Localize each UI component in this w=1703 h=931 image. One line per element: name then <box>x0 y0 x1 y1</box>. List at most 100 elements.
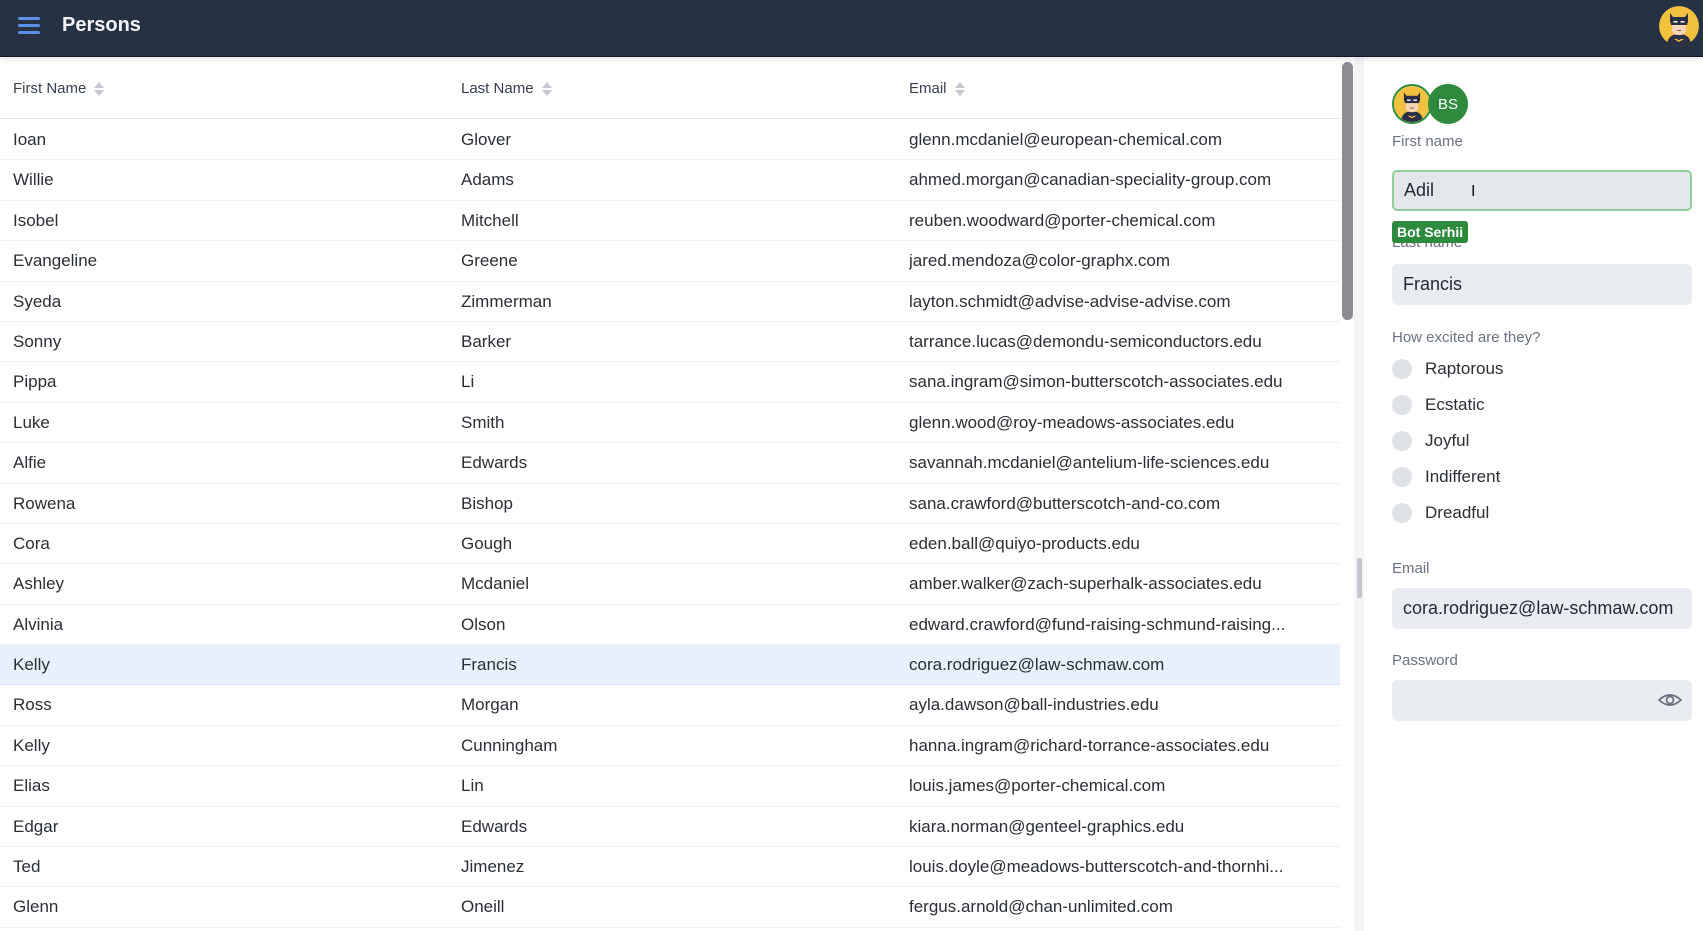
table-row[interactable]: Ted Jimenez louis.doyle@meadows-butterscot… <box>0 847 1340 888</box>
last-name-cell: Mitchell <box>461 210 519 230</box>
last-name-cell: Li <box>461 372 475 392</box>
radio-button[interactable] <box>1392 503 1412 523</box>
user-avatar[interactable] <box>1659 6 1699 46</box>
table-row[interactable]: Evangeline Greene jared.mendoza@color-grap… <box>0 241 1340 282</box>
last-name-cell: Greene <box>461 251 518 271</box>
hamburger-menu-icon[interactable] <box>18 17 40 37</box>
table-row[interactable]: Pippa Li sana.ingram@simon-butterscotch-as… <box>0 362 1340 403</box>
radio-button[interactable] <box>1392 431 1412 451</box>
table-row[interactable]: Alfie Edwards savannah.mcdaniel@antelium-l… <box>0 443 1340 484</box>
sort-icon[interactable] <box>541 81 552 96</box>
table-row[interactable]: Cora Gough eden.ball@quiyo-products.edu <box>0 524 1340 565</box>
last-name-cell: Gough <box>461 533 513 553</box>
excitement-option[interactable]: Raptorous <box>1392 359 1503 379</box>
table-row[interactable]: Alvinia Olson edward.crawford@fund-raising… <box>0 605 1340 646</box>
table-body: Ioan Glover glenn.mcdaniel@european-chemic… <box>0 120 1340 928</box>
last-name-cell: Edwards <box>461 816 528 836</box>
excitement-option[interactable]: Dreadful <box>1392 503 1489 523</box>
excitement-option[interactable]: Ecstatic <box>1392 395 1485 415</box>
table-row[interactable]: Kelly Francis cora.rodriguez@law-schmaw.co… <box>0 645 1340 686</box>
last-name-cell: Glover <box>461 130 512 149</box>
table-row[interactable]: Isobel Mitchell reuben.woodward@porter-che… <box>0 201 1340 242</box>
email-cell: tarrance.lucas@demondu-semiconductors.ed… <box>909 331 1262 351</box>
page-title: Persons <box>62 14 141 36</box>
email-cell: layton.schmidt@advise-advise-advise.com <box>909 291 1231 311</box>
table-row[interactable]: Luke Smith glenn.wood@roy-meadows-associat… <box>0 403 1340 444</box>
first-name-label: First name <box>1392 133 1463 150</box>
radio-label: Ecstatic <box>1425 395 1485 414</box>
column-header-email[interactable]: Email <box>909 80 965 97</box>
email-cell: ayla.dawson@ball-industries.edu <box>909 695 1159 715</box>
batman-avatar-icon <box>1659 6 1699 46</box>
table-header: First Name Last Name Email <box>0 57 1340 119</box>
panel-splitter[interactable] <box>1354 57 1364 931</box>
batman-avatar-icon <box>1394 86 1430 122</box>
splitter-handle[interactable] <box>1357 558 1362 598</box>
table-row[interactable]: Ashley Mcdaniel amber.walker@zach-superhal… <box>0 564 1340 605</box>
first-name-cell: Isobel <box>13 210 59 230</box>
first-name-cell: Ross <box>13 695 52 715</box>
table-row[interactable]: Glenn Oneill fergus.arnold@chan-unlimited.… <box>0 887 1340 928</box>
collaborator-avatar[interactable] <box>1392 84 1432 124</box>
email-cell: sana.ingram@simon-butterscotch-associate… <box>909 372 1283 392</box>
email-cell: amber.walker@zach-superhalk-associates.e… <box>909 574 1262 594</box>
table-row[interactable]: Kelly Cunningham hanna.ingram@richard-torr… <box>0 726 1340 767</box>
radio-label: Joyful <box>1425 431 1470 450</box>
table-row[interactable]: Sonny Barker tarrance.lucas@demondu-semico… <box>0 322 1340 363</box>
collaborator-avatar-initials[interactable]: BS <box>1428 84 1468 124</box>
column-label: Email <box>909 80 947 97</box>
table-scrollbar[interactable] <box>1342 62 1353 320</box>
first-name-cell: Alfie <box>13 453 47 473</box>
table-row[interactable]: Syeda Zimmerman layton.schmidt@advise-advi… <box>0 282 1340 322</box>
collaborator-avatars: BS <box>1392 84 1468 124</box>
sort-icon[interactable] <box>94 81 105 96</box>
password-input[interactable] <box>1392 680 1692 721</box>
person-detail-panel: BS First name Adil I Bot Serhii Last nam… <box>1364 57 1703 931</box>
email-cell: eden.ball@quiyo-products.edu <box>909 533 1140 553</box>
first-name-cell: Willie <box>13 170 54 190</box>
last-name-cell: Jimenez <box>461 857 525 877</box>
email-value: cora.rodriguez@law-schmaw.com <box>1403 598 1674 618</box>
email-cell: edward.crawford@fund-raising-schmund-rai… <box>909 614 1286 634</box>
last-name-cell: Olson <box>461 614 506 634</box>
first-name-cell: Elias <box>13 776 50 796</box>
first-name-cell: Pippa <box>13 372 57 392</box>
table-row[interactable]: Edgar Edwards kiara.norman@genteel-graphic… <box>0 807 1340 848</box>
radio-button[interactable] <box>1392 359 1412 379</box>
first-name-cell: Syeda <box>13 291 62 311</box>
table-row[interactable]: Ioan Glover glenn.mcdaniel@european-chemic… <box>0 120 1340 161</box>
last-name-cell: Cunningham <box>461 735 558 755</box>
table-row[interactable]: Ross Morgan ayla.dawson@ball-industries.ed… <box>0 685 1340 726</box>
email-cell: kiara.norman@genteel-graphics.edu <box>909 816 1185 836</box>
table-row[interactable]: Willie Adams ahmed.morgan@canadian-special… <box>0 160 1340 201</box>
first-name-cell: Ioan <box>13 130 47 149</box>
column-label: First Name <box>13 80 87 97</box>
radio-button[interactable] <box>1392 467 1412 487</box>
column-header-first-name[interactable]: First Name <box>13 80 105 97</box>
first-name-cell: Luke <box>13 412 50 432</box>
first-name-cell: Rowena <box>13 493 76 513</box>
excitement-option[interactable]: Joyful <box>1392 431 1469 451</box>
email-cell: savannah.mcdaniel@antelium-life-sciences… <box>909 453 1270 473</box>
table-row[interactable]: Rowena Bishop sana.crawford@butterscotch-a… <box>0 484 1340 524</box>
last-name-cell: Oneill <box>461 897 505 917</box>
email-cell: louis.doyle@meadows-butterscotch-and-tho… <box>909 857 1284 877</box>
first-name-cell: Ted <box>13 857 41 877</box>
eye-icon[interactable] <box>1658 690 1682 710</box>
email-cell: fergus.arnold@chan-unlimited.com <box>909 897 1173 917</box>
email-cell: glenn.mcdaniel@european-chemical.com <box>909 130 1223 149</box>
radio-label: Raptorous <box>1425 359 1504 378</box>
email-input[interactable]: cora.rodriguez@law-schmaw.com <box>1392 588 1692 629</box>
last-name-input[interactable]: Francis <box>1392 264 1692 305</box>
first-name-input[interactable]: Adil I <box>1392 170 1692 211</box>
radio-button[interactable] <box>1392 395 1412 415</box>
email-cell: hanna.ingram@richard-torrance-associates… <box>909 735 1270 755</box>
column-header-last-name[interactable]: Last Name <box>461 80 552 97</box>
email-cell: ahmed.morgan@canadian-speciality-group.c… <box>909 170 1272 190</box>
last-name-cell: Bishop <box>461 493 513 513</box>
sort-icon[interactable] <box>954 81 965 96</box>
email-cell: louis.james@porter-chemical.com <box>909 776 1166 796</box>
excitement-option[interactable]: Indifferent <box>1392 467 1500 487</box>
table-row[interactable]: Elias Lin louis.james@porter-chemical.com <box>0 766 1340 807</box>
email-cell: jared.mendoza@color-graphx.com <box>909 251 1171 271</box>
